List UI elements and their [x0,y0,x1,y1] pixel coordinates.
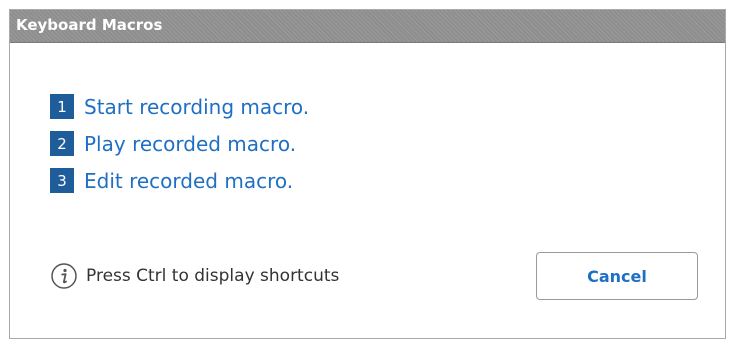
hint-text: Press Ctrl to display shortcuts [86,266,340,286]
number-badge: 3 [50,168,74,193]
keyboard-macros-dialog: Keyboard Macros 1 Start recording macro.… [9,9,726,339]
dialog-titlebar[interactable]: Keyboard Macros [10,10,725,43]
macro-item-play-recorded[interactable]: 2 Play recorded macro. [50,125,309,162]
info-icon [51,263,77,289]
macro-link-label[interactable]: Edit recorded macro. [84,169,293,193]
macro-list: 1 Start recording macro. 2 Play recorded… [50,88,309,199]
dialog-title: Keyboard Macros [16,16,163,34]
cancel-button[interactable]: Cancel [536,252,698,300]
number-badge: 2 [50,131,74,156]
macro-link-label[interactable]: Play recorded macro. [84,132,296,156]
macro-link-label[interactable]: Start recording macro. [84,95,309,119]
macro-item-start-recording[interactable]: 1 Start recording macro. [50,88,309,125]
number-badge: 1 [50,94,74,119]
macro-item-edit-recorded[interactable]: 3 Edit recorded macro. [50,162,309,199]
shortcut-hint: Press Ctrl to display shortcuts [50,262,339,290]
